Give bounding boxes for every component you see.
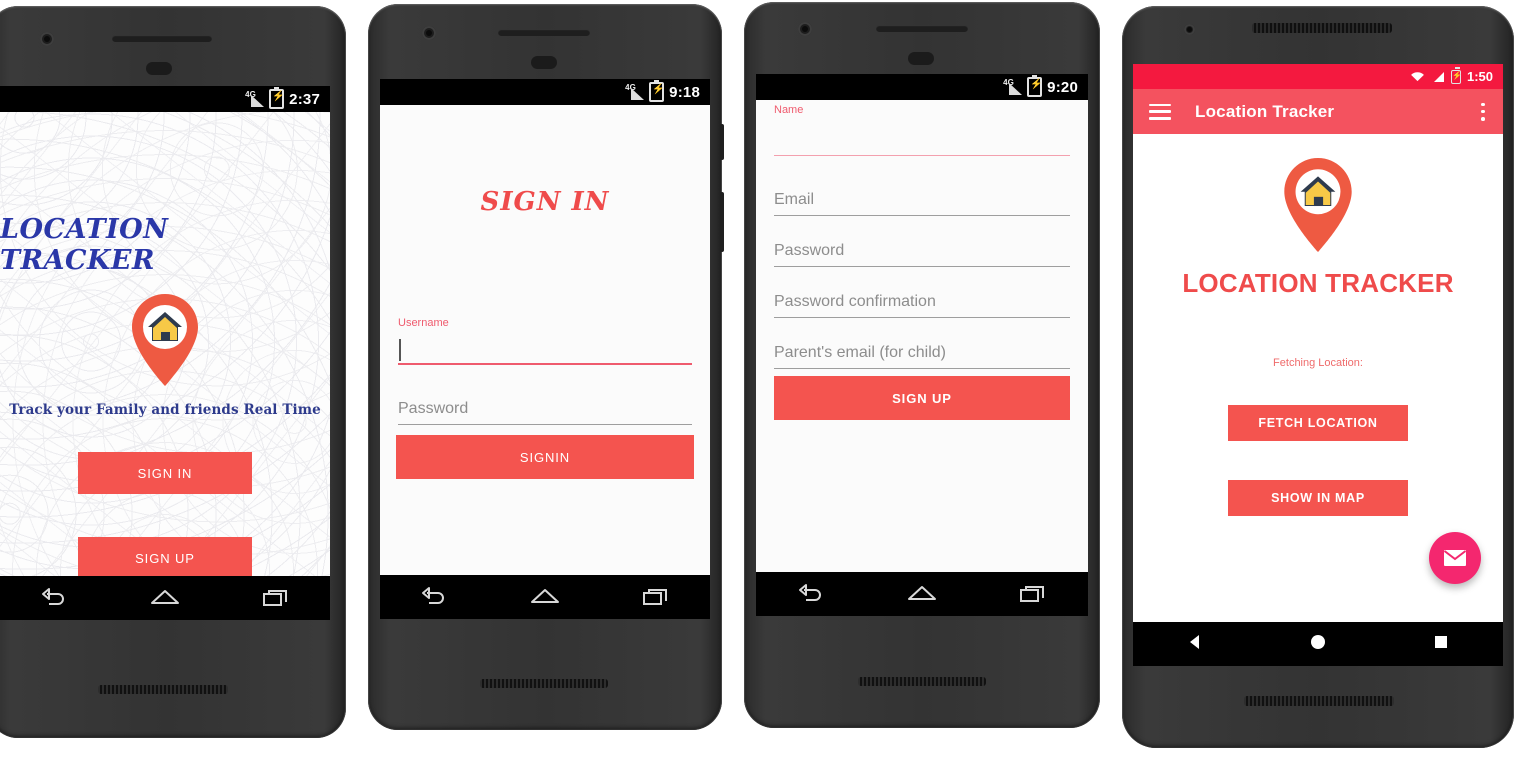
status-time: 1:50 <box>1466 69 1493 84</box>
back-triangle-icon[interactable] <box>1185 632 1205 657</box>
status-bar: ⚡ 1:50 <box>1133 64 1503 89</box>
earpiece-speaker <box>1252 23 1392 33</box>
android-nav-bar <box>0 576 330 620</box>
username-label: Username <box>398 317 449 329</box>
sign-in-button[interactable]: SIGN IN <box>78 452 252 494</box>
password-confirmation-field[interactable]: Password confirmation <box>774 276 1070 318</box>
volume-button[interactable] <box>720 192 724 252</box>
earpiece-speaker <box>876 25 968 32</box>
home-circle-icon[interactable] <box>1308 632 1328 657</box>
home-icon[interactable] <box>905 582 939 606</box>
tagline: Track your Family and friends Real Time <box>9 402 321 418</box>
proximity-sensor <box>908 52 934 65</box>
bottom-speaker <box>480 679 608 688</box>
bottom-speaker <box>1244 696 1394 706</box>
message-fab[interactable] <box>1429 532 1481 584</box>
front-camera-icon <box>798 22 812 36</box>
bottom-speaker <box>858 677 986 686</box>
username-field[interactable]: Username <box>398 317 692 365</box>
parent-email-field[interactable]: Parent's email (for child) <box>774 327 1070 369</box>
text-caret <box>399 339 401 361</box>
home-icon[interactable] <box>528 585 562 609</box>
fetch-status-text: Fetching Location: <box>1273 357 1363 369</box>
phone-splash-screen: 4G ⚡ 2:37 LOCATION TRACKER Track your Fa… <box>0 86 330 620</box>
email-field[interactable]: Email <box>774 174 1070 216</box>
wifi-icon <box>1411 72 1424 82</box>
signal-icon <box>1433 71 1444 82</box>
phone-signup-screen: 4G ⚡ 9:20 Name Email Password Password c… <box>756 74 1088 616</box>
password-field[interactable]: Password <box>774 225 1070 267</box>
name-field[interactable]: Name <box>774 104 1070 156</box>
phone-splash-frame: 4G ⚡ 2:37 LOCATION TRACKER Track your Fa… <box>0 6 346 738</box>
email-placeholder: Email <box>774 191 815 208</box>
status-bar: 4G ⚡ 9:20 <box>756 74 1088 100</box>
phone-main-screen: ⚡ 1:50 Location Tracker LOCATION TRACKER… <box>1133 64 1503 666</box>
password-confirmation-placeholder: Password confirmation <box>774 293 936 310</box>
password-placeholder: Password <box>774 242 845 259</box>
recents-icon[interactable] <box>641 585 671 609</box>
back-icon[interactable] <box>39 586 69 610</box>
kebab-menu-icon[interactable] <box>1481 102 1485 121</box>
front-camera-icon <box>422 26 436 40</box>
location-pin-home-icon <box>1280 156 1356 254</box>
earpiece-speaker <box>498 29 590 36</box>
phone-main-frame: ⚡ 1:50 Location Tracker LOCATION TRACKER… <box>1122 6 1514 748</box>
password-placeholder: Password <box>398 400 469 417</box>
recents-icon[interactable] <box>1018 582 1048 606</box>
phone-signin-frame: 4G ⚡ 9:18 SIGN IN Username Password SIGN… <box>368 4 724 730</box>
app-bar: Location Tracker <box>1133 89 1503 134</box>
proximity-sensor <box>146 62 172 75</box>
app-bar-title: Location Tracker <box>1195 101 1335 121</box>
splash-content: LOCATION TRACKER Track your Family and f… <box>0 86 330 620</box>
signin-heading: SIGN IN <box>480 187 610 217</box>
main-content: LOCATION TRACKER Fetching Location: FETC… <box>1133 134 1503 622</box>
earpiece-speaker <box>112 35 212 42</box>
fetch-location-button[interactable]: FETCH LOCATION <box>1228 405 1408 441</box>
battery-charging-icon: ⚡ <box>1450 66 1462 84</box>
signup-form: Name Email Password Password confirmatio… <box>756 100 1088 616</box>
screenshot-stage: 4G ⚡ 2:37 LOCATION TRACKER Track your Fa… <box>0 0 1527 762</box>
power-button[interactable] <box>720 124 724 160</box>
recents-icon[interactable] <box>261 586 291 610</box>
status-bar: 4G ⚡ 9:18 <box>380 79 710 105</box>
hamburger-menu-icon[interactable] <box>1149 103 1171 120</box>
app-title: LOCATION TRACKER <box>0 214 169 276</box>
android-nav-bar <box>380 575 710 619</box>
phone-signin-screen: 4G ⚡ 9:18 SIGN IN Username Password SIGN… <box>380 79 710 619</box>
signin-button[interactable]: SIGNIN <box>396 435 694 479</box>
back-icon[interactable] <box>796 582 826 606</box>
parent-email-placeholder: Parent's email (for child) <box>774 344 946 361</box>
signal-icon: 4G <box>1003 78 1023 95</box>
front-camera-icon <box>1184 24 1195 35</box>
envelope-icon <box>1443 550 1467 566</box>
bottom-speaker <box>98 685 228 694</box>
signal-icon: 4G <box>625 83 645 100</box>
android-nav-bar <box>1133 622 1503 666</box>
home-icon[interactable] <box>148 586 182 610</box>
proximity-sensor <box>531 56 557 69</box>
sign-up-button[interactable]: SIGN UP <box>78 537 252 579</box>
show-in-map-button[interactable]: SHOW IN MAP <box>1228 480 1408 516</box>
signin-form: SIGN IN Username Password SIGNIN <box>380 105 710 619</box>
status-time: 9:18 <box>669 83 700 101</box>
android-nav-bar <box>756 572 1088 616</box>
password-field[interactable]: Password <box>398 387 692 425</box>
back-icon[interactable] <box>419 585 449 609</box>
battery-charging-icon: ⚡ <box>1027 75 1043 97</box>
front-camera-icon <box>40 32 54 46</box>
signup-button[interactable]: SIGN UP <box>774 376 1070 420</box>
battery-charging-icon: ⚡ <box>649 80 665 102</box>
page-title: LOCATION TRACKER <box>1182 268 1454 298</box>
phone-signup-frame: 4G ⚡ 9:20 Name Email Password Password c… <box>744 2 1100 728</box>
location-pin-home-icon <box>128 292 202 388</box>
recents-square-icon[interactable] <box>1431 632 1451 657</box>
name-label: Name <box>774 104 804 116</box>
status-time: 9:20 <box>1047 78 1078 96</box>
